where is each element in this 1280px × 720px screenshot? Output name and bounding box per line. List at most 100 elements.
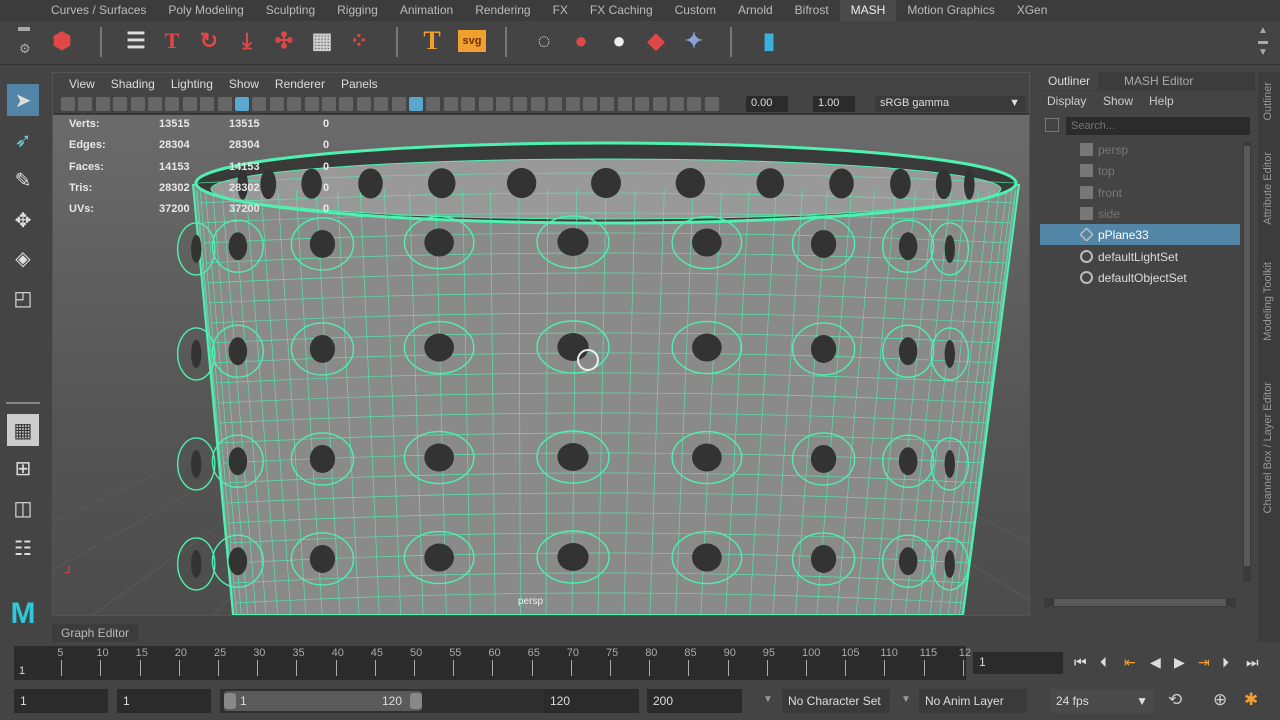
side-tab-outliner[interactable]: Outliner: [1262, 82, 1274, 121]
viewport-tool-icon[interactable]: [617, 97, 632, 111]
animation-end-field[interactable]: 200: [647, 689, 742, 713]
viewport-tool-icon[interactable]: [339, 97, 354, 111]
shelf-tab[interactable]: FX: [542, 0, 579, 21]
viewport-tool-icon[interactable]: [670, 97, 684, 111]
menu-help[interactable]: Help: [1149, 94, 1174, 108]
viewport-tool-icon[interactable]: [374, 97, 389, 111]
exposure-field[interactable]: 0.00: [746, 96, 788, 112]
range-slider-handle[interactable]: 1 120: [224, 691, 422, 711]
viewport-tool-icon[interactable]: [252, 97, 267, 111]
viewport-tool-icon[interactable]: [78, 97, 93, 111]
range-slider[interactable]: 1 120: [220, 689, 550, 713]
text-node-icon[interactable]: T: [158, 27, 186, 55]
tab-mash-editor[interactable]: MASH Editor: [1124, 74, 1193, 88]
viewport-tool-icon[interactable]: [687, 97, 702, 111]
repro-icon[interactable]: ↻: [195, 27, 223, 55]
viewport-tool-icon[interactable]: [287, 97, 302, 111]
shelf-tab[interactable]: Curves / Surfaces: [40, 0, 157, 21]
viewport-tool-icon[interactable]: [391, 97, 406, 111]
prev-key-icon[interactable]: ⇤: [1124, 654, 1136, 671]
filter-icon[interactable]: [1045, 118, 1059, 132]
anim-layer-arrow-icon[interactable]: ▼: [901, 694, 911, 705]
current-frame-field[interactable]: 1: [973, 652, 1063, 674]
drop-icon[interactable]: ⤓: [233, 27, 261, 55]
shelf-tab[interactable]: MASH: [839, 0, 897, 21]
list-icon[interactable]: ☰: [122, 27, 150, 55]
viewport-menu-view[interactable]: View: [61, 73, 103, 94]
tab-outliner[interactable]: Outliner: [1040, 72, 1099, 90]
sphere-icon[interactable]: ●: [567, 27, 595, 55]
play-forward-icon[interactable]: ▶: [1174, 654, 1185, 671]
fps-dropdown[interactable]: 24 fps ▼: [1050, 689, 1154, 713]
shelf-tab[interactable]: Poly Modeling: [157, 0, 254, 21]
colorspace-dropdown[interactable]: sRGB gamma ▼: [875, 96, 1025, 112]
viewport-tool-icon[interactable]: [165, 97, 180, 111]
time-slider[interactable]: 1 5 10 15 20 25 30 35 40 45 50 55 60 65 70 75 80 85 90 95 1…: [14, 646, 971, 680]
auto-key-icon[interactable]: ⊕: [1213, 690, 1227, 710]
viewport-tool-icon[interactable]: [461, 97, 476, 111]
shelf-tab[interactable]: Sculpting: [255, 0, 326, 21]
viewport-tool-icon[interactable]: [130, 97, 145, 111]
grid-icon[interactable]: ▦: [308, 27, 336, 55]
step-forward-icon[interactable]: ⏵: [1222, 654, 1229, 671]
viewport-tool-icon[interactable]: [148, 97, 162, 111]
lasso-tool-icon[interactable]: ➶: [7, 124, 39, 156]
side-tab-attribute-editor[interactable]: Attribute Editor: [1262, 152, 1274, 225]
menu-show[interactable]: Show: [1103, 94, 1133, 108]
four-view-icon[interactable]: ⊞: [7, 452, 39, 484]
single-view-icon[interactable]: ▦: [7, 414, 39, 446]
animation-start-field[interactable]: 1: [14, 689, 108, 713]
shelf-tab[interactable]: Rendering: [464, 0, 541, 21]
viewport-tool-icon[interactable]: [269, 97, 284, 111]
character-set-dropdown[interactable]: No Character Set: [782, 689, 890, 713]
outliner-item[interactable]: front: [1040, 182, 1240, 203]
horizontal-scrollbar[interactable]: [1044, 598, 1236, 607]
move-tool-icon[interactable]: ✥: [7, 204, 39, 236]
character-set-arrow-icon[interactable]: ▼: [763, 694, 773, 705]
viewport-tool-icon[interactable]: [322, 97, 336, 111]
viewport-tool-icon[interactable]: [235, 97, 249, 111]
type-icon[interactable]: T: [418, 26, 446, 55]
collapse-icon[interactable]: [18, 27, 30, 31]
go-to-start-icon[interactable]: ⏮: [1074, 654, 1087, 671]
outliner-layout-icon[interactable]: ☷: [7, 532, 39, 564]
shelf-tab[interactable]: FX Caching: [579, 0, 664, 21]
points-icon[interactable]: ⁘: [345, 27, 373, 55]
viewport-tool-icon[interactable]: [548, 97, 563, 111]
viewport-tool-icon[interactable]: [652, 97, 667, 111]
puzzle-icon[interactable]: ◆: [642, 27, 670, 55]
3d-view[interactable]: Verts: 13515 13515 0 Edges: 28304 28304 0 Faces:…: [53, 115, 1029, 615]
outliner-item[interactable]: defaultLightSet: [1040, 246, 1240, 267]
viewport-tool-icon[interactable]: [182, 97, 197, 111]
shelf-tab[interactable]: Custom: [664, 0, 727, 21]
viewport-menu-show[interactable]: Show: [221, 73, 267, 94]
outliner-item[interactable]: defaultObjectSet: [1040, 267, 1240, 288]
viewport-tool-icon[interactable]: [409, 97, 423, 111]
viewport-tool-icon[interactable]: [704, 97, 719, 111]
scale-tool-icon[interactable]: ◰: [7, 282, 39, 314]
viewport-tool-icon[interactable]: [200, 97, 215, 111]
paint-select-icon[interactable]: ✎: [7, 164, 39, 196]
mash-network-icon[interactable]: ⬢: [48, 27, 76, 55]
outliner-item[interactable]: pPlane33: [1040, 224, 1240, 246]
gear-icon[interactable]: ⚙: [19, 41, 31, 57]
wireframe-mesh[interactable]: [53, 115, 1029, 615]
side-tab-channel-box[interactable]: Channel Box / Layer Editor: [1262, 382, 1274, 513]
shelf-tab[interactable]: Animation: [389, 0, 464, 21]
search-input[interactable]: [1066, 117, 1250, 135]
viewport-tool-icon[interactable]: [635, 97, 650, 111]
outliner-item[interactable]: side: [1040, 203, 1240, 224]
select-tool-icon[interactable]: ➤: [7, 84, 39, 116]
viewport-tool-icon[interactable]: [217, 97, 232, 111]
satellite-icon[interactable]: ✦: [680, 27, 708, 55]
shelf-tab[interactable]: Bifrost: [784, 0, 840, 21]
viewport-menu-panels[interactable]: Panels: [333, 73, 386, 94]
viewport-tool-icon[interactable]: [426, 97, 441, 111]
viewport-tool-icon[interactable]: [496, 97, 510, 111]
export-icon[interactable]: ▮: [755, 27, 783, 55]
viewport-tool-icon[interactable]: [600, 97, 615, 111]
play-backward-icon[interactable]: ◀: [1150, 654, 1161, 671]
anim-prefs-icon[interactable]: ✱: [1244, 690, 1258, 710]
anim-layer-dropdown[interactable]: No Anim Layer: [919, 689, 1027, 713]
two-view-icon[interactable]: ◫: [7, 492, 39, 524]
